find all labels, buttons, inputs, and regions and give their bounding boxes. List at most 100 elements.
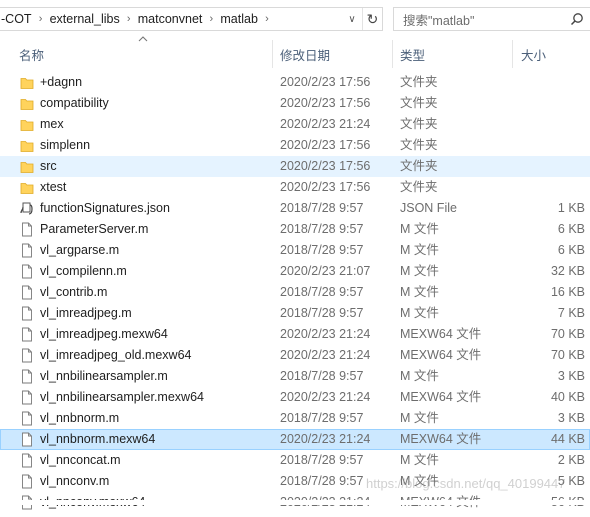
file-name: vl_compilenn.m	[40, 264, 127, 278]
column-header-size[interactable]: 大小	[521, 45, 546, 64]
file-type: MEXW64 文件	[400, 348, 482, 362]
folder-row[interactable]: +dagnn 2020/2/23 17:56 文件夹	[0, 72, 590, 93]
column-divider[interactable]	[272, 40, 273, 68]
file-row[interactable]: functionSignatures.json 2018/7/28 9:57 JSO…	[0, 198, 590, 219]
file-date: 2020/2/23 17:56	[280, 138, 371, 152]
file-date: 2020/2/23 21:24	[280, 327, 371, 341]
viewport-edge	[0, 500, 590, 505]
file-type: MEXW64 文件	[400, 432, 482, 446]
file-size: 6 KB	[557, 222, 585, 236]
file-size: 1 KB	[557, 201, 585, 215]
file-name: ParameterServer.m	[40, 222, 149, 236]
file-row[interactable]: vl_imreadjpeg.m 2018/7/28 9:57 M 文件 7 KB	[0, 303, 590, 324]
file-type: M 文件	[400, 369, 439, 383]
column-divider[interactable]	[392, 40, 393, 68]
toolbar: -COT › external_libs › matconvnet › matl…	[0, 0, 590, 38]
file-name: functionSignatures.json	[40, 201, 170, 215]
file-type: MEXW64 文件	[400, 327, 482, 341]
breadcrumb-item[interactable]: matconvnet	[137, 12, 204, 26]
file-date: 2020/2/23 21:07	[280, 264, 371, 278]
folder-icon	[20, 138, 34, 153]
file-row[interactable]: vl_nnbilinearsampler.m 2018/7/28 9:57 M 文件…	[0, 366, 590, 387]
folder-row[interactable]: simplenn 2020/2/23 17:56 文件夹	[0, 135, 590, 156]
file-icon	[20, 348, 34, 363]
file-type: M 文件	[400, 453, 439, 467]
file-type: M 文件	[400, 222, 439, 236]
file-date: 2018/7/28 9:57	[280, 453, 364, 467]
file-name: vl_nnconcat.m	[40, 453, 121, 467]
file-icon	[20, 390, 34, 405]
file-row[interactable]: vl_compilenn.m 2020/2/23 21:07 M 文件 32 KB	[0, 261, 590, 282]
file-icon	[20, 285, 34, 300]
file-date: 2020/2/23 21:24	[280, 348, 371, 362]
file-name: vl_nnbnorm.mexw64	[40, 432, 156, 446]
watermark: https://blog.csdn.net/qq_40199447	[366, 476, 566, 491]
column-header-name[interactable]: 名称	[19, 45, 44, 64]
file-date: 2020/2/23 21:24	[280, 390, 371, 404]
file-name: vl_imreadjpeg.m	[40, 306, 132, 320]
file-date: 2018/7/28 9:57	[280, 201, 364, 215]
file-icon	[20, 369, 34, 384]
file-type: M 文件	[400, 411, 439, 425]
file-row[interactable]: vl_imreadjpeg.mexw64 2020/2/23 21:24 MEXW6…	[0, 324, 590, 345]
file-type: 文件夹	[400, 159, 438, 173]
file-row[interactable]: vl_nnconcat.m 2018/7/28 9:57 M 文件 2 KB	[0, 450, 590, 471]
file-date: 2020/2/23 17:56	[280, 159, 371, 173]
file-row[interactable]: vl_nnbilinearsampler.mexw64 2020/2/23 21:…	[0, 387, 590, 408]
breadcrumb-item[interactable]: matlab	[219, 12, 259, 26]
file-list: +dagnn 2020/2/23 17:56 文件夹 compatibility 202…	[0, 72, 590, 513]
file-size: 32 KB	[550, 264, 585, 278]
json-file-icon	[20, 201, 34, 216]
file-size: 70 KB	[550, 348, 585, 362]
file-row[interactable]: vl_nnbnorm.m 2018/7/28 9:57 M 文件 3 KB	[0, 408, 590, 429]
file-row[interactable]: vl_imreadjpeg_old.mexw64 2020/2/23 21:24 M…	[0, 345, 590, 366]
file-size: 3 KB	[557, 411, 585, 425]
file-date: 2018/7/28 9:57	[280, 306, 364, 320]
file-icon	[20, 222, 34, 237]
file-row[interactable]: vl_argparse.m 2018/7/28 9:57 M 文件 6 KB	[0, 240, 590, 261]
file-date: 2020/2/23 17:56	[280, 75, 371, 89]
column-header-date[interactable]: 修改日期	[280, 45, 330, 64]
address-bar[interactable]: -COT › external_libs › matconvnet › matl…	[0, 7, 383, 31]
folder-icon	[20, 159, 34, 174]
refresh-icon[interactable]: ↻	[362, 8, 382, 30]
file-name: vl_nnbilinearsampler.mexw64	[40, 390, 204, 404]
file-name: vl_nnbilinearsampler.m	[40, 369, 168, 383]
folder-row[interactable]: compatibility 2020/2/23 17:56 文件夹	[0, 93, 590, 114]
folder-row[interactable]: xtest 2020/2/23 17:56 文件夹	[0, 177, 590, 198]
folder-icon	[20, 96, 34, 111]
file-size: 40 KB	[550, 390, 585, 404]
breadcrumb-item[interactable]: external_libs	[49, 12, 121, 26]
chevron-right-icon[interactable]: ›	[203, 13, 219, 25]
file-type: 文件夹	[400, 75, 438, 89]
file-row[interactable]: vl_contrib.m 2018/7/28 9:57 M 文件 16 KB	[0, 282, 590, 303]
column-header-type[interactable]: 类型	[400, 45, 425, 64]
file-type: 文件夹	[400, 117, 438, 131]
file-icon	[20, 243, 34, 258]
file-type: 文件夹	[400, 138, 438, 152]
file-size: 6 KB	[557, 243, 585, 257]
file-row[interactable]: vl_nnbnorm.mexw64 2020/2/23 21:24 MEXW64 文…	[0, 429, 590, 450]
file-icon	[20, 474, 34, 489]
breadcrumb-item[interactable]: -COT	[0, 12, 33, 26]
file-type: JSON File	[400, 201, 457, 215]
folder-row[interactable]: mex 2020/2/23 21:24 文件夹	[0, 114, 590, 135]
file-date: 2018/7/28 9:57	[280, 243, 364, 257]
folder-icon	[20, 180, 34, 195]
file-date: 2018/7/28 9:57	[280, 369, 364, 383]
file-size: 7 KB	[557, 306, 585, 320]
search-icon[interactable]	[570, 12, 584, 26]
folder-row[interactable]: src 2020/2/23 17:56 文件夹	[0, 156, 590, 177]
chevron-down-icon[interactable]: ∨	[343, 8, 361, 30]
file-date: 2018/7/28 9:57	[280, 474, 364, 488]
file-icon	[20, 264, 34, 279]
file-row[interactable]: ParameterServer.m 2018/7/28 9:57 M 文件 6 KB	[0, 219, 590, 240]
column-divider[interactable]	[512, 40, 513, 68]
chevron-right-icon[interactable]: ›	[121, 13, 137, 25]
chevron-right-icon[interactable]: ›	[259, 13, 275, 25]
chevron-right-icon[interactable]: ›	[33, 13, 49, 25]
folder-icon	[20, 75, 34, 90]
search-input[interactable]: 搜索"matlab"	[393, 7, 590, 31]
file-name: vl_nnbnorm.m	[40, 411, 120, 425]
file-type: MEXW64 文件	[400, 390, 482, 404]
